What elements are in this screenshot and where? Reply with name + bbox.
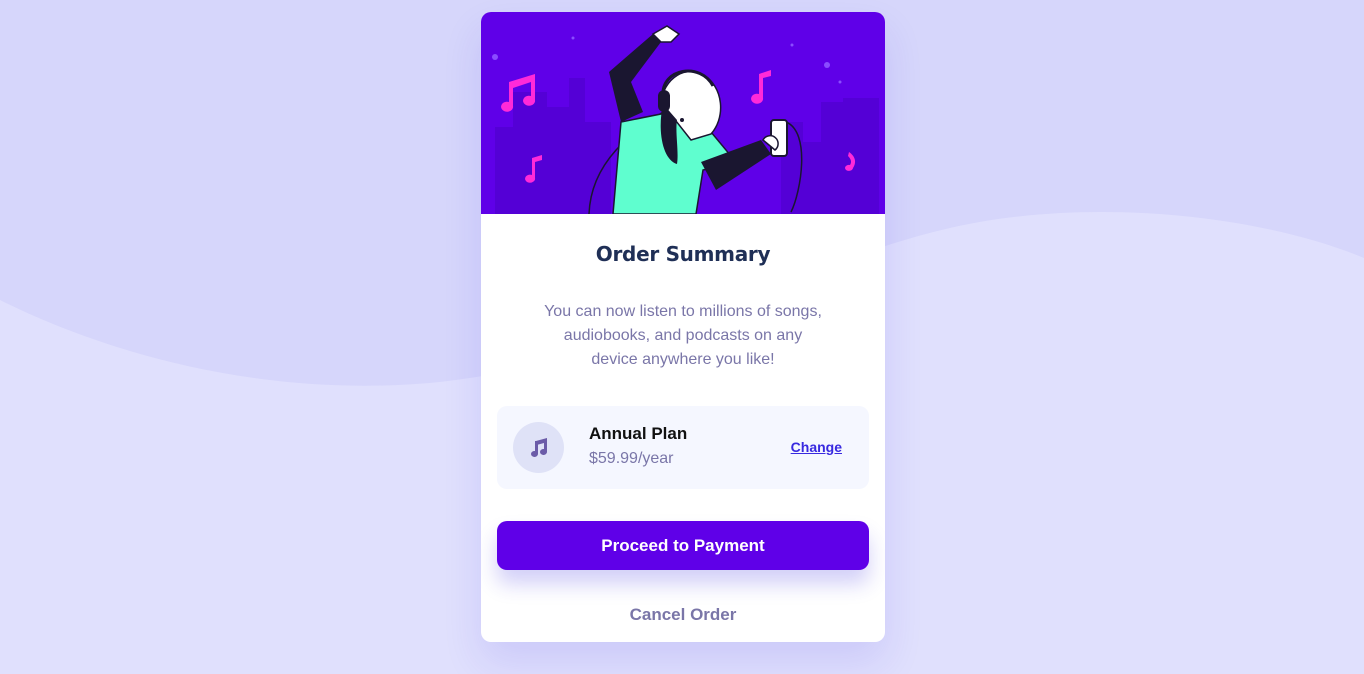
cancel-order-button[interactable]: Cancel Order: [481, 605, 885, 625]
music-note-icon: [513, 422, 564, 473]
plan-box: Annual Plan $59.99/year Change: [497, 406, 869, 489]
page-title: Order Summary: [595, 242, 771, 266]
order-summary-card: Order Summary You can now listen to mill…: [481, 12, 885, 642]
hero-illustration: [481, 12, 885, 214]
summary-description: You can now listen to millions of songs,…: [544, 303, 822, 368]
change-plan-link[interactable]: Change: [791, 439, 842, 455]
plan-price: $59.99/year: [589, 450, 674, 467]
proceed-to-payment-button[interactable]: Proceed to Payment: [497, 521, 869, 570]
plan-name: Annual Plan: [589, 424, 688, 443]
